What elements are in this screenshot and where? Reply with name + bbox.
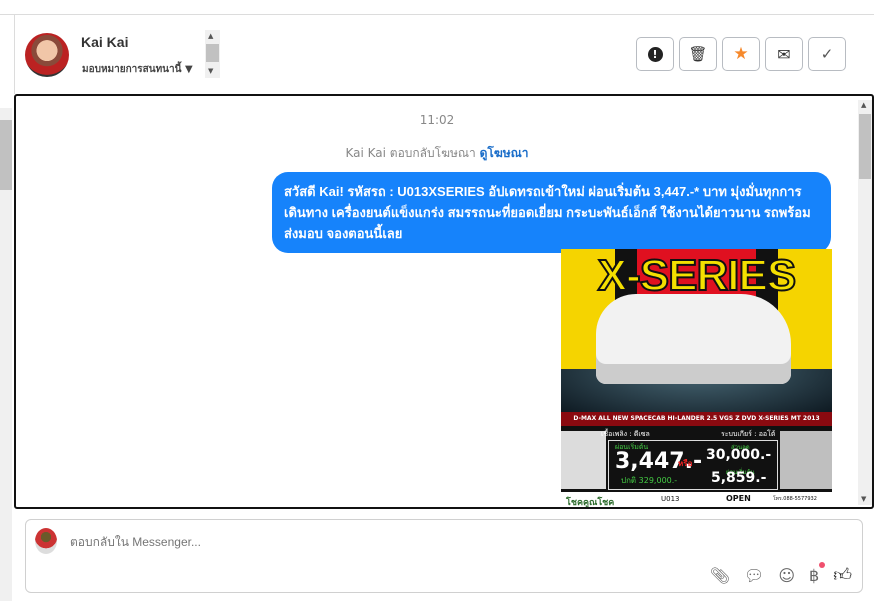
reply-composer: 📎︎ 💬︎ ☺ ฿ 👍︎ [25,519,863,593]
chat-panel: 11:02 Kai Kai ตอบกลับโฆษณา ดูโฆษณา สวัสด… [14,94,874,509]
star-icon: ★ [733,44,749,64]
exclamation-icon: ! [647,46,663,62]
car-front-photo [561,431,606,489]
shop-name: โชคคูณโชค [566,498,615,508]
top-divider [0,14,874,15]
gear-text: ระบบเกียร์ : ออโต้ [721,430,776,438]
ad-reply-notice: Kai Kai ตอบกลับโฆษณา ดูโฆษณา [16,144,858,163]
mark-spam-button[interactable]: ! [636,37,674,71]
discount-value: 30,000.- [706,447,772,463]
scroll-up-icon[interactable]: ▲ [208,32,213,40]
done-button[interactable]: ✓ [808,37,846,71]
mark-unread-button[interactable]: ✉ [765,37,803,71]
trash-icon: 🗑 [688,45,708,63]
left-divider [14,14,15,94]
contact-avatar[interactable] [25,33,69,77]
page-scroll-thumb[interactable] [0,120,12,190]
view-ad-link[interactable]: ดูโฆษณา [480,146,529,160]
car-rear-photo [780,431,832,489]
car-photo [596,294,791,384]
page-avatar [35,528,57,554]
composer-tools: 📎︎ 💬︎ ☺ ฿ 👍︎ [710,561,852,586]
phone-text: โทร.088-5577932 [773,496,817,502]
caret-down-icon: ▼ [184,64,193,75]
ad-reply-text: Kai Kai ตอบกลับโฆษณา [345,146,476,160]
scroll-down-icon[interactable]: ▼ [861,495,866,503]
assign-label: มอบหมายการสนทนานี้ [82,64,182,75]
scroll-up-icon[interactable]: ▲ [861,101,866,109]
scroll-thumb[interactable] [206,44,219,62]
scroll-down-icon[interactable]: ▼ [208,67,213,75]
check-icon: ✓ [820,45,834,63]
saved-replies-icon[interactable]: 💬︎ [744,566,764,585]
car-model: D-MAX ALL NEW SPACECAB HI-LANDER 2.5 VGS… [561,412,832,426]
thumbs-up-icon[interactable]: 👍︎ [833,564,852,586]
ad-image[interactable]: X-SERIES D-MAX ALL NEW SPACECAB HI-LANDE… [561,249,832,508]
open-text: OPEN [726,494,751,503]
car-code: U013 [661,495,680,503]
contact-name: Kai Kai [81,34,129,50]
page-scrollbar[interactable] [0,108,12,601]
normal-price: ปกติ 329,000.- [621,476,678,485]
or-text: หรือ [678,459,693,468]
chat-scroll-thumb[interactable] [859,114,871,179]
fuel-text: เชื้อเพลิง : ดีเซล [601,430,650,438]
assign-conversation-dropdown[interactable]: มอบหมายการสนทนานี้ ▼ [82,62,193,77]
notification-dot [819,561,826,568]
paperclip-icon[interactable]: 📎︎ [710,566,730,585]
star-button[interactable]: ★ [722,37,760,71]
envelope-icon: ✉ [777,44,791,64]
reply-input[interactable] [70,535,670,549]
delete-button[interactable]: 🗑 [679,37,717,71]
header-scrollbar[interactable]: ▲ ▼ [205,30,220,78]
chat-scrollbar[interactable]: ▲ ▼ [858,100,872,505]
installment2-value: 5,859.- [711,470,767,486]
message-bubble: สวัสดี Kai! รหัสรถ : U013XSERIES อัปเดทร… [272,172,831,253]
emoji-icon[interactable]: ☺ [778,566,795,585]
conversation-actions: ! 🗑 ★ ✉ ✓ [636,37,846,71]
baht-payment-icon[interactable]: ฿ [809,561,826,585]
message-timestamp: 11:02 [419,113,455,127]
